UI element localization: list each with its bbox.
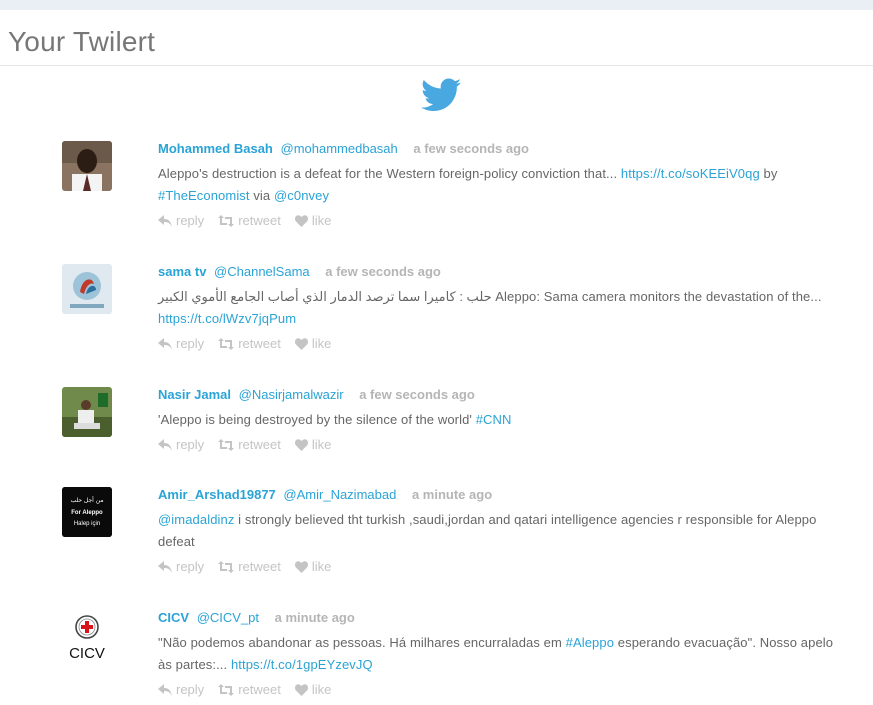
reply-icon — [158, 214, 172, 227]
author-name[interactable]: Nasir Jamal — [158, 387, 231, 402]
text-segment: Aleppo's destruction is a defeat for the… — [158, 166, 621, 181]
like-button[interactable]: like — [294, 682, 332, 697]
retweet-button[interactable]: retweet — [218, 336, 281, 351]
heart-icon — [294, 560, 308, 573]
author-name[interactable]: CICV — [158, 610, 189, 625]
tweet-text: @imadaldinz i strongly believed tht turk… — [158, 509, 848, 553]
twitter-bird-icon — [421, 78, 461, 114]
timestamp[interactable]: a minute ago — [412, 487, 492, 502]
heart-icon — [294, 438, 308, 451]
author-handle[interactable]: @Nasirjamalwazir — [239, 387, 344, 402]
like-label: like — [311, 437, 332, 452]
retweet-button[interactable]: retweet — [218, 559, 281, 574]
hashtag-link[interactable]: #TheEconomist — [158, 188, 250, 203]
hashtag-link[interactable]: #CNN — [476, 412, 512, 427]
retweet-icon — [218, 560, 235, 573]
timestamp[interactable]: a few seconds ago — [325, 264, 441, 279]
like-label: like — [311, 336, 332, 351]
reply-label: reply — [176, 437, 205, 452]
author-handle[interactable]: @Amir_Nazimabad — [283, 487, 396, 502]
person-seated-avatar[interactable] — [62, 387, 112, 437]
tweet-text: Aleppo's destruction is a defeat for the… — [158, 163, 848, 207]
text-segment: via — [249, 188, 274, 203]
timestamp[interactable]: a few seconds ago — [359, 387, 475, 402]
like-button[interactable]: like — [294, 559, 332, 574]
retweet-icon — [218, 438, 235, 451]
reply-label: reply — [176, 559, 205, 574]
like-button[interactable]: like — [294, 213, 332, 228]
mention-link[interactable]: @c0nvey — [274, 188, 329, 203]
retweet-icon — [218, 214, 235, 227]
retweet-label: retweet — [238, 336, 281, 351]
mention-link[interactable]: @imadaldinz — [158, 512, 234, 527]
avatar-text-cicv: CICV — [69, 645, 105, 660]
author-name[interactable]: Amir_Arshad19877 — [158, 487, 276, 502]
top-strip — [0, 0, 873, 10]
author-handle[interactable]: @mohammedbasah — [281, 141, 398, 156]
tweet-link[interactable]: https://t.co/1gpEYzevJQ — [231, 657, 373, 672]
reply-button[interactable]: reply — [158, 336, 204, 351]
like-label: like — [311, 682, 332, 697]
tweet-text: "Não podemos abandonar as pessoas. Há mi… — [158, 632, 848, 676]
reply-icon — [158, 560, 172, 573]
author-name[interactable]: sama tv — [158, 264, 206, 279]
avatar-text-arabic: من أجل حلب — [70, 496, 103, 504]
timestamp[interactable]: a few seconds ago — [413, 141, 529, 156]
reply-button[interactable]: reply — [158, 559, 204, 574]
tweet-text: حلب : كاميرا سما ترصد الدمار الذي أصاب ا… — [158, 286, 848, 330]
reply-icon — [158, 438, 172, 451]
text-segment: 'Aleppo is being destroyed by the silenc… — [158, 412, 476, 427]
tweet-link[interactable]: https://t.co/lWzv7jqPum — [158, 311, 296, 326]
like-label: like — [311, 213, 332, 228]
page-title: Your Twilert — [8, 26, 156, 57]
retweet-label: retweet — [238, 559, 281, 574]
avatar-text-turkish: Halep için — [74, 521, 100, 527]
reply-label: reply — [176, 682, 205, 697]
title-bar: Your Twilert — [0, 10, 873, 66]
author-handle[interactable]: @ChannelSama — [214, 264, 310, 279]
retweet-label: retweet — [238, 213, 281, 228]
tweet-link[interactable]: https://t.co/soKEEiV0qg — [621, 166, 760, 181]
hashtag-link[interactable]: #Aleppo — [566, 635, 614, 650]
heart-icon — [294, 214, 308, 227]
reply-button[interactable]: reply — [158, 213, 204, 228]
cicv-logo-avatar[interactable]: CICV — [62, 610, 112, 660]
reply-label: reply — [176, 213, 205, 228]
retweet-icon — [218, 683, 235, 696]
timestamp[interactable]: a minute ago — [275, 610, 355, 625]
heart-icon — [294, 337, 308, 350]
reply-icon — [158, 683, 172, 696]
retweet-button[interactable]: retweet — [218, 213, 281, 228]
like-label: like — [311, 559, 332, 574]
for-aleppo-avatar[interactable]: من أجل حلب For Aleppo Halep için — [62, 487, 112, 537]
tweet-text: 'Aleppo is being destroyed by the silenc… — [158, 409, 848, 431]
channel-logo-avatar[interactable] — [62, 264, 112, 314]
text-segment: حلب : كاميرا سما ترصد الدمار الذي أصاب ا… — [158, 289, 822, 304]
text-segment: by — [759, 166, 778, 181]
heart-icon — [294, 683, 308, 696]
text-segment: i strongly believed tht turkish ,saudi,j… — [158, 512, 817, 549]
reply-label: reply — [176, 336, 205, 351]
retweet-button[interactable]: retweet — [218, 682, 281, 697]
text-segment: "Não podemos abandonar as pessoas. Há mi… — [158, 635, 566, 650]
retweet-icon — [218, 337, 235, 350]
reply-icon — [158, 337, 172, 350]
person-avatar[interactable] — [62, 141, 112, 191]
retweet-label: retweet — [238, 682, 281, 697]
avatar-text-english: For Aleppo — [71, 510, 103, 516]
retweet-button[interactable]: retweet — [218, 437, 281, 452]
author-handle[interactable]: @CICV_pt — [197, 610, 259, 625]
author-name[interactable]: Mohammed Basah — [158, 141, 273, 156]
reply-button[interactable]: reply — [158, 682, 204, 697]
retweet-label: retweet — [238, 437, 281, 452]
like-button[interactable]: like — [294, 336, 332, 351]
like-button[interactable]: like — [294, 437, 332, 452]
reply-button[interactable]: reply — [158, 437, 204, 452]
